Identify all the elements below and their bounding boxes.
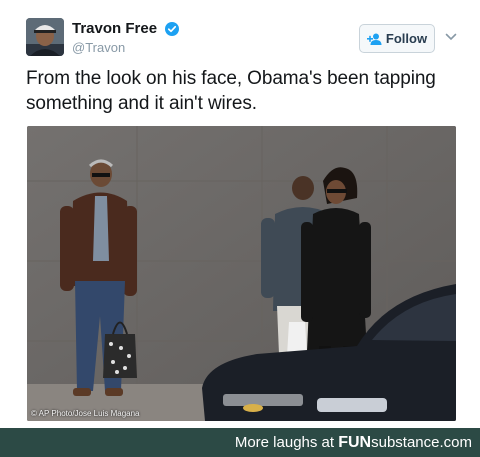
user-info: Travon Free @Travon — [72, 20, 179, 55]
follow-label: Follow — [385, 31, 428, 46]
tweet-header: Travon Free @Travon Follow — [26, 18, 466, 62]
follow-button[interactable]: Follow — [359, 24, 435, 53]
tweet-photo[interactable]: © AP Photo/Jose Luis Magana — [27, 126, 456, 421]
site-footer: More laughs at FUNsubstance.com — [0, 428, 480, 457]
footer-brand-rest: substance.com — [371, 434, 472, 451]
avatar-image — [26, 18, 64, 56]
tweet-card: Travon Free @Travon Follow From the look… — [0, 0, 480, 428]
footer-prefix: More laughs at — [234, 434, 339, 451]
photo-image — [27, 126, 456, 421]
display-name[interactable]: Travon Free — [72, 20, 157, 37]
verified-badge-icon — [164, 21, 179, 36]
avatar[interactable] — [26, 18, 64, 56]
photo-credit: © AP Photo/Jose Luis Magana — [31, 409, 140, 418]
tweet-text: From the look on his face, Obama's been … — [26, 68, 436, 114]
footer-text[interactable]: More laughs at FUNsubstance.com — [235, 434, 472, 452]
footer-brand-fun: FUN — [338, 434, 372, 451]
chevron-down-icon[interactable] — [445, 32, 457, 42]
add-user-icon — [366, 33, 382, 45]
user-handle[interactable]: @Travon — [72, 40, 179, 55]
